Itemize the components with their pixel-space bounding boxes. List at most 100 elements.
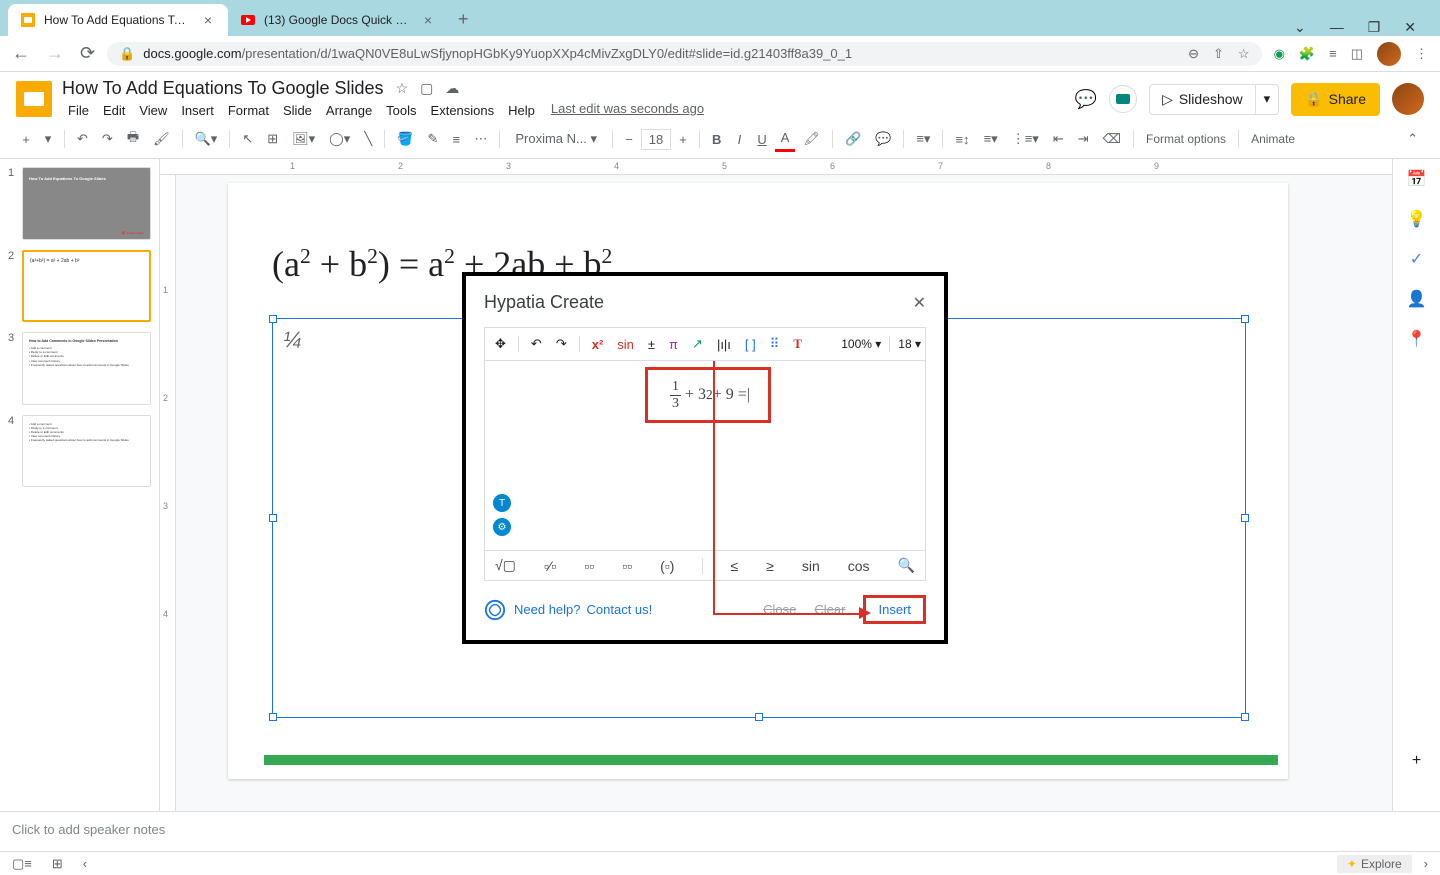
clear-format-button[interactable]: ⌫ — [1097, 127, 1127, 151]
border-color-button[interactable]: ✎ — [421, 127, 444, 151]
text-indicator-icon[interactable]: T — [493, 494, 511, 512]
tab-1[interactable]: How To Add Equations To Google × — [8, 4, 228, 36]
modal-font-size-select[interactable]: 18 ▾ — [898, 337, 921, 351]
select-tool[interactable]: ↖ — [236, 127, 259, 151]
contacts-icon[interactable]: 👤 — [1407, 289, 1427, 309]
search-icon[interactable]: 🔍 — [898, 557, 915, 574]
highlight-button[interactable]: 🖍 — [797, 127, 826, 151]
font-family-select[interactable]: Proxima N... ▾ — [506, 128, 606, 150]
line-tool[interactable]: ╲ — [358, 127, 378, 151]
increase-indent-button[interactable]: ⇥ — [1072, 127, 1095, 151]
superscript-icon[interactable]: x² — [586, 333, 610, 356]
text-icon[interactable]: T — [787, 332, 808, 356]
account-avatar[interactable] — [1392, 83, 1424, 115]
undo-button[interactable]: ↶ — [71, 127, 94, 151]
bookmark-icon[interactable]: ☆ — [1238, 46, 1250, 62]
slides-logo[interactable] — [16, 81, 52, 117]
zoom-text-icon[interactable]: ⊖ — [1188, 46, 1199, 62]
menu-extensions[interactable]: Extensions — [425, 101, 501, 120]
move-icon[interactable]: ▢ — [420, 80, 433, 97]
underline-button[interactable]: U — [751, 128, 772, 151]
sqrt-icon[interactable]: √▢ — [495, 557, 516, 574]
sin-icon[interactable]: sin — [611, 333, 640, 356]
image-tool[interactable]: 🖼▾ — [286, 127, 321, 151]
window-close-icon[interactable]: ✕ — [1404, 19, 1416, 36]
line-spacing-button[interactable]: ≡↕ — [949, 128, 975, 151]
side-panel-icon[interactable]: ◫ — [1351, 46, 1363, 62]
modal-undo-icon[interactable]: ↶ — [525, 332, 548, 356]
side-panel-toggle-icon[interactable]: › — [1424, 856, 1428, 871]
border-weight-button[interactable]: ≡ — [446, 128, 466, 151]
font-size-input[interactable]: 18 — [641, 129, 671, 150]
menu-arrange[interactable]: Arrange — [320, 101, 378, 120]
pi-icon[interactable]: π — [663, 333, 684, 356]
subscript-btn-icon[interactable]: ▫▫ — [584, 558, 594, 574]
textbox-tool[interactable]: ⊞ — [261, 127, 284, 151]
align-button[interactable]: ≡▾ — [910, 127, 936, 151]
animate-button[interactable]: Animate — [1245, 128, 1301, 150]
decrease-indent-button[interactable]: ⇤ — [1047, 127, 1070, 151]
menu-slide[interactable]: Slide — [277, 101, 318, 120]
window-min-icon[interactable]: — — [1330, 19, 1344, 36]
settings-indicator-icon[interactable]: ⚙ — [493, 518, 511, 536]
window-max-icon[interactable]: ❐ — [1368, 19, 1381, 36]
brackets-icon[interactable]: [ ] — [739, 333, 762, 356]
move-tool-icon[interactable]: ✥ — [489, 332, 512, 356]
comment-history-icon[interactable]: 💬 — [1075, 89, 1097, 110]
format-options-button[interactable]: Format options — [1140, 128, 1232, 150]
share-page-icon[interactable]: ⇧ — [1213, 46, 1224, 62]
thumbnail-3[interactable]: How to Add Comments in Google Slides Pre… — [22, 332, 151, 405]
share-button[interactable]: 🔒 Share — [1291, 83, 1380, 116]
new-tab-button[interactable]: + — [448, 3, 479, 36]
menu-icon[interactable]: ⋮ — [1415, 46, 1428, 62]
forward-button[interactable]: → — [46, 43, 64, 64]
calendar-icon[interactable]: 📅 — [1407, 169, 1427, 189]
menu-format[interactable]: Format — [222, 101, 275, 120]
meet-icon[interactable] — [1109, 85, 1137, 113]
paint-format-button[interactable]: 🖌 — [147, 127, 176, 151]
shape-tool[interactable]: ◯▾ — [323, 127, 356, 151]
menu-edit[interactable]: Edit — [97, 101, 131, 120]
star-icon[interactable]: ☆ — [396, 80, 409, 97]
redo-button[interactable]: ↷ — [96, 127, 119, 151]
plus-minus-icon[interactable]: ± — [642, 333, 661, 356]
equation-input[interactable]: 13 + 32 + 9 =| — [645, 367, 771, 423]
keep-icon[interactable]: 💡 — [1407, 209, 1427, 229]
menu-insert[interactable]: Insert — [175, 101, 220, 120]
reading-list-icon[interactable]: ≡ — [1329, 46, 1337, 61]
thumbnail-2[interactable]: (a²+b²) = a² + 2ab + b² — [22, 250, 151, 323]
comment-button[interactable]: 💬 — [869, 127, 897, 151]
explore-button[interactable]: ✦ Explore — [1337, 855, 1412, 873]
insert-button[interactable]: Insert — [863, 595, 926, 624]
modal-close-icon[interactable]: ✕ — [913, 293, 926, 313]
thumbnail-4[interactable]: • Add a comment• Reply to a comment• Del… — [22, 415, 151, 488]
ge-icon[interactable]: ≥ — [766, 558, 774, 574]
extensions-puzzle-icon[interactable]: 🧩 — [1299, 46, 1315, 62]
zoom-select[interactable]: 100% ▾ — [841, 337, 881, 351]
menu-tools[interactable]: Tools — [380, 101, 422, 120]
border-dash-button[interactable]: ⋯ — [468, 127, 493, 151]
menu-file[interactable]: File — [62, 101, 95, 120]
menu-help[interactable]: Help — [502, 101, 541, 120]
new-slide-button[interactable]: + — [16, 128, 36, 151]
collapse-toolbar-button[interactable]: ⌃ — [1401, 127, 1424, 151]
last-edit-link[interactable]: Last edit was seconds ago — [551, 101, 704, 120]
modal-redo-icon[interactable]: ↷ — [550, 332, 573, 356]
font-size-increase[interactable]: + — [673, 128, 693, 151]
new-slide-dropdown[interactable]: ▾ — [38, 127, 58, 151]
cloud-icon[interactable]: ☁ — [445, 80, 459, 97]
thumbnail-1[interactable]: How To Add Equations To Google Slides 📕 … — [22, 167, 151, 240]
stats-icon[interactable]: |ı|ı — [711, 333, 737, 356]
extension-icon[interactable]: ◉ — [1274, 46, 1285, 62]
bold-button[interactable]: B — [706, 128, 727, 151]
tab-2[interactable]: (13) Google Docs Quick Start Gui × — [228, 4, 448, 36]
add-icon[interactable]: + — [1407, 751, 1427, 771]
address-bar[interactable]: 🔒 docs.google.com/presentation/d/1waQN0V… — [107, 42, 1261, 66]
fraction-icon[interactable]: ▫⁄▫ — [544, 558, 556, 574]
print-button[interactable]: 🖶 — [121, 124, 145, 154]
superscript-btn-icon[interactable]: ▫▫ — [622, 558, 632, 574]
zoom-button[interactable]: 🔍▾ — [189, 127, 224, 151]
menu-view[interactable]: View — [133, 101, 173, 120]
equation-canvas[interactable]: 13 + 32 + 9 =| T ⚙ — [484, 361, 926, 551]
text-color-button[interactable]: A — [775, 126, 796, 152]
